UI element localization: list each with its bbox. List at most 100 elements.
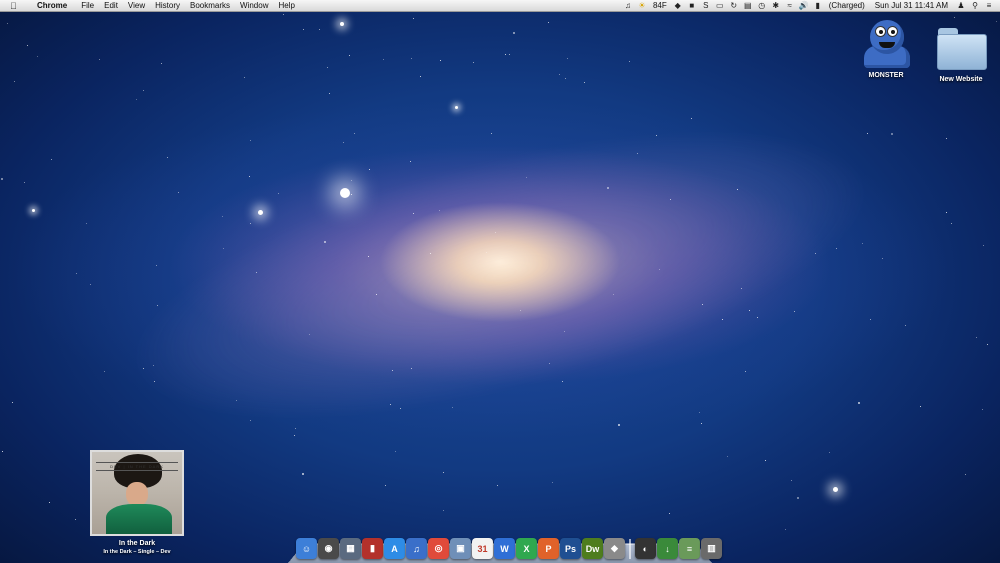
star [607,187,609,189]
star [946,212,947,213]
folder-icon [935,20,987,72]
menu-bookmarks[interactable]: Bookmarks [185,0,235,12]
star [376,294,377,295]
galaxy-wallpaper [103,71,897,479]
photo-booth-icon[interactable]: ▮ [362,538,383,559]
star [178,192,179,193]
star [559,74,560,75]
star [303,29,304,30]
star [24,182,25,183]
apple-icon[interactable]:  [10,1,24,11]
user-icon[interactable]: ♟ [954,1,968,10]
star [982,409,983,410]
desktop-icon-label: New Website [939,76,983,83]
downloads-icon[interactable]: ↓ [657,538,678,559]
bluetooth-icon[interactable]: ✱ [769,1,783,10]
excel-icon[interactable]: X [516,538,537,559]
star [549,363,550,364]
star [443,510,444,511]
menu-help[interactable]: Help [273,0,299,12]
star [86,223,87,224]
star [691,118,692,119]
app-menu-chrome[interactable]: Chrome [32,0,72,12]
menu-edit[interactable]: Edit [99,0,123,12]
app-store-icon[interactable]: A [384,538,405,559]
headphones-icon[interactable]: ♫ [621,1,635,10]
preview-icon[interactable]: ▣ [450,538,471,559]
star [222,216,223,217]
star [513,32,515,34]
star [946,138,947,139]
dropbox-icon[interactable]: ■ [685,1,699,10]
trash-icon[interactable]: ▥ [701,538,722,559]
chrome-icon[interactable]: ◎ [428,538,449,559]
star [629,61,630,62]
spotlight-search-icon[interactable]: ⚲ [968,1,982,10]
cookie-monster-icon [860,16,912,68]
word-icon[interactable]: W [494,538,515,559]
battery-status[interactable]: (Charged) [825,1,869,10]
star [395,451,396,452]
star [295,428,296,429]
bright-star [454,105,458,109]
star [486,252,487,253]
star [383,59,384,60]
desktop-icon-monster[interactable]: MONSTER [851,16,921,79]
star [618,424,620,426]
star [324,241,326,243]
notification-list-icon[interactable]: ≡ [982,1,996,10]
star [327,67,328,68]
documents-icon[interactable]: ≡ [679,538,700,559]
menu-history[interactable]: History [150,0,185,12]
sequel-icon[interactable]: ◆ [604,538,625,559]
volume-icon[interactable]: 🔊 [797,1,811,10]
photoshop-icon[interactable]: Ps [560,538,581,559]
skype-icon[interactable]: S [699,1,713,10]
track-details: In the Dark – Single – Dev [103,549,171,555]
now-playing-widget[interactable]: DEV | IN THE DARK In the Dark In the Dar… [90,450,184,555]
star [349,55,350,56]
star [785,529,786,530]
finder-icon[interactable]: ☺ [296,538,317,559]
star [757,317,758,318]
desktop-icon-label: MONSTER [868,72,904,79]
star [413,18,414,19]
battery-icon[interactable]: ▮ [811,1,825,10]
clock[interactable]: Sun Jul 31 11:41 AM [869,1,954,10]
itunes-icon[interactable]: ♫ [406,538,427,559]
dock: ☺ ◉ ▦ ▮ A ♫ ◎ ▣ 31 W X P Ps Dw ◆ ◐ ↓ ≡ ▥ [296,533,722,559]
wifi-icon[interactable]: ≈ [783,1,797,10]
powerpoint-icon[interactable]: P [538,538,559,559]
star [829,452,830,453]
menu-window[interactable]: Window [235,0,273,12]
menu-view[interactable]: View [123,0,150,12]
star [7,23,8,24]
dreamweaver-icon[interactable]: Dw [582,538,603,559]
monitor-icon[interactable]: ▤ [741,1,755,10]
star [351,180,352,181]
mission-control-icon[interactable]: ▦ [340,538,361,559]
star [256,272,257,273]
star [244,77,245,78]
firefox-folder-icon[interactable]: ◐ [635,538,656,559]
sync-icon[interactable]: ↻ [727,1,741,10]
star [920,406,921,407]
star [329,93,330,94]
weather-icon[interactable]: ☀ [635,1,649,10]
calendar-icon[interactable]: 31 [472,538,493,559]
star [14,81,15,82]
star [965,474,966,475]
star [702,304,703,305]
display-icon[interactable]: ▭ [713,1,727,10]
weather-temperature[interactable]: 84F [649,1,671,10]
desktop-icon-new-website[interactable]: New Website [926,20,996,83]
dashboard-icon[interactable]: ◉ [318,538,339,559]
star [2,451,3,452]
star [656,135,657,136]
time-machine-icon[interactable]: ◷ [755,1,769,10]
evernote-icon[interactable]: ◆ [671,1,685,10]
star [987,344,988,345]
star [765,460,766,461]
star [354,133,355,134]
menu-file[interactable]: File [76,0,99,12]
